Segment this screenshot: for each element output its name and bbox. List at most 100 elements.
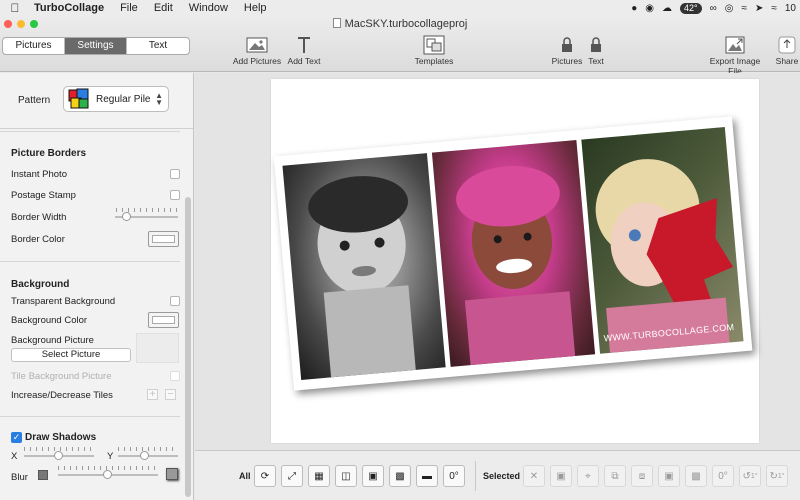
draw-shadows-checkbox[interactable]: ✓: [11, 432, 22, 443]
clock-text[interactable]: 10: [785, 3, 796, 14]
menu-app-name[interactable]: TurboCollage: [30, 2, 112, 14]
pattern-label: Pattern: [18, 95, 51, 106]
fit-all-button[interactable]: ▣: [362, 465, 384, 487]
tab-settings[interactable]: Settings: [65, 38, 127, 54]
decrease-tiles-button[interactable]: −: [165, 389, 176, 400]
crop-icon: ⌖: [585, 470, 591, 482]
transparent-background-checkbox[interactable]: [170, 296, 180, 306]
add-text-button[interactable]: Add Text: [284, 34, 324, 66]
shuffle-button[interactable]: ⟳: [254, 465, 276, 487]
photo-boy-bw[interactable]: [282, 153, 446, 380]
transparent-background-label: Transparent Background: [11, 296, 116, 307]
pattern-select[interactable]: Regular Pile ▲ ▼: [63, 86, 169, 112]
pattern-value: Regular Pile: [96, 93, 151, 105]
send-icon[interactable]: ➤: [755, 3, 763, 14]
rotate-ccw-button[interactable]: ↺ 1°: [739, 465, 761, 487]
arrange-icon: ▩: [395, 470, 405, 482]
selected-label: Selected: [483, 471, 521, 481]
replace-image-button[interactable]: ▣: [550, 465, 572, 487]
increase-tiles-button[interactable]: +: [147, 389, 158, 400]
menu-file[interactable]: File: [112, 2, 146, 14]
bring-forward-icon: ⧉: [611, 470, 619, 482]
instant-photo-checkbox[interactable]: [170, 169, 180, 179]
toolbar-separator: [475, 461, 476, 491]
image-icon: ▣: [556, 470, 566, 482]
border-color-well[interactable]: [148, 231, 179, 247]
share-label: Share: [775, 56, 799, 66]
border-width-thumb[interactable]: [122, 212, 131, 221]
tile-background-checkbox[interactable]: [170, 371, 180, 381]
weather-badge[interactable]: 42°: [679, 2, 702, 14]
remove-selected-button[interactable]: ✕: [523, 465, 545, 487]
boy-portrait-image: [308, 176, 417, 380]
send-backward-button[interactable]: ⧈: [631, 465, 653, 487]
templates-button[interactable]: Templates: [412, 34, 456, 66]
creative-cloud-icon[interactable]: ∞: [710, 3, 717, 14]
eye-icon[interactable]: ◎: [725, 3, 734, 14]
collage-frame[interactable]: WWW.TURBOCOLLAGE.COM: [273, 116, 753, 391]
menu-bar:  TurboCollage File Edit Window Help ● ◉…: [0, 0, 800, 16]
lock-icon: [584, 34, 608, 56]
menu-edit[interactable]: Edit: [146, 2, 181, 14]
lock-pictures-label: Pictures: [551, 56, 583, 66]
girl-with-leaf-image: [595, 159, 734, 354]
picture-borders-heading: Picture Borders: [11, 148, 87, 159]
shadow-y-thumb[interactable]: [140, 451, 149, 460]
bottom-toolbar: All ⟳ ⤢ ▦ ◫ ▣ ▩ ▬ 0° Selected ✕ ▣ ⌖ ⧉ ⧈ …: [195, 450, 800, 500]
shadow-x-label: X: [11, 451, 18, 462]
all-label: All: [239, 471, 251, 481]
postage-stamp-checkbox[interactable]: [170, 190, 180, 200]
rotate-selected-button[interactable]: 0°: [712, 465, 734, 487]
status-area: ● ◉ ☁ 42° ∞ ◎ ≈ ➤ ≈ 10: [631, 0, 796, 16]
window-title-text: MacSKY.turbocollageproj: [344, 18, 468, 30]
rotate-cw-button[interactable]: ↻ 1°: [766, 465, 788, 487]
fit-selected-button[interactable]: ▣: [658, 465, 680, 487]
equalize-button[interactable]: ▬: [416, 465, 438, 487]
apple-icon[interactable]: : [0, 1, 30, 15]
shadow-blur-thumb[interactable]: [103, 470, 112, 479]
background-picture-preview: [136, 333, 179, 363]
grid-four-button[interactable]: ▦: [308, 465, 330, 487]
bolt-icon[interactable]: ≈: [741, 3, 747, 14]
cow-icon[interactable]: ◉: [645, 3, 654, 14]
divider: [0, 416, 180, 417]
crop-button[interactable]: ⌖: [577, 465, 599, 487]
cloud-icon[interactable]: ☁: [662, 3, 672, 14]
select-picture-button[interactable]: Select Picture: [11, 348, 131, 362]
share-button[interactable]: Share: [774, 34, 800, 66]
tab-text[interactable]: Text: [127, 38, 189, 54]
lock-text-button[interactable]: Text: [584, 34, 608, 66]
text-icon: [284, 34, 324, 56]
bring-forward-button[interactable]: ⧉: [604, 465, 626, 487]
rotate-cw-icon: ↻: [769, 470, 778, 482]
templates-label: Templates: [414, 56, 454, 66]
tiles-label: Increase/Decrease Tiles: [11, 390, 113, 401]
rotate-all-button[interactable]: 0°: [443, 465, 465, 487]
sidebar-scrollbar[interactable]: [185, 197, 191, 497]
rotate-cw-value: 1°: [777, 472, 785, 480]
pattern-logo-icon: [68, 88, 89, 109]
export-button[interactable]: Export Image File: [702, 34, 768, 76]
lock-pictures-button[interactable]: Pictures: [550, 34, 584, 66]
rotate-ccw-icon: ↺: [742, 470, 751, 482]
photo-girl-leaf[interactable]: WWW.TURBOCOLLAGE.COM: [581, 127, 744, 354]
settings-scroll-area[interactable]: Picture Borders Instant Photo Postage St…: [0, 131, 193, 500]
shadow-x-thumb[interactable]: [54, 451, 63, 460]
photo-girl-holi[interactable]: [431, 140, 596, 367]
menu-window[interactable]: Window: [181, 2, 236, 14]
tab-pictures[interactable]: Pictures: [3, 38, 65, 54]
shadow-y-label: Y: [107, 451, 114, 462]
settings-sidebar: Pattern Regular Pile ▲ ▼ Picture Borders …: [0, 73, 194, 500]
bell-icon[interactable]: ●: [631, 3, 637, 14]
wifi-icon[interactable]: ≈: [771, 3, 777, 14]
expand-all-button[interactable]: ⤢: [281, 465, 303, 487]
background-color-well[interactable]: [148, 312, 179, 328]
arrange-selected-button[interactable]: ▩: [685, 465, 707, 487]
blur-min-icon: [38, 470, 48, 480]
templates-icon: [412, 34, 456, 56]
arrange-all-button[interactable]: ▩: [389, 465, 411, 487]
grid-layout-button[interactable]: ◫: [335, 465, 357, 487]
menu-help[interactable]: Help: [236, 2, 275, 14]
fit-icon: ▣: [368, 470, 378, 482]
add-pictures-button[interactable]: Add Pictures: [231, 34, 283, 66]
